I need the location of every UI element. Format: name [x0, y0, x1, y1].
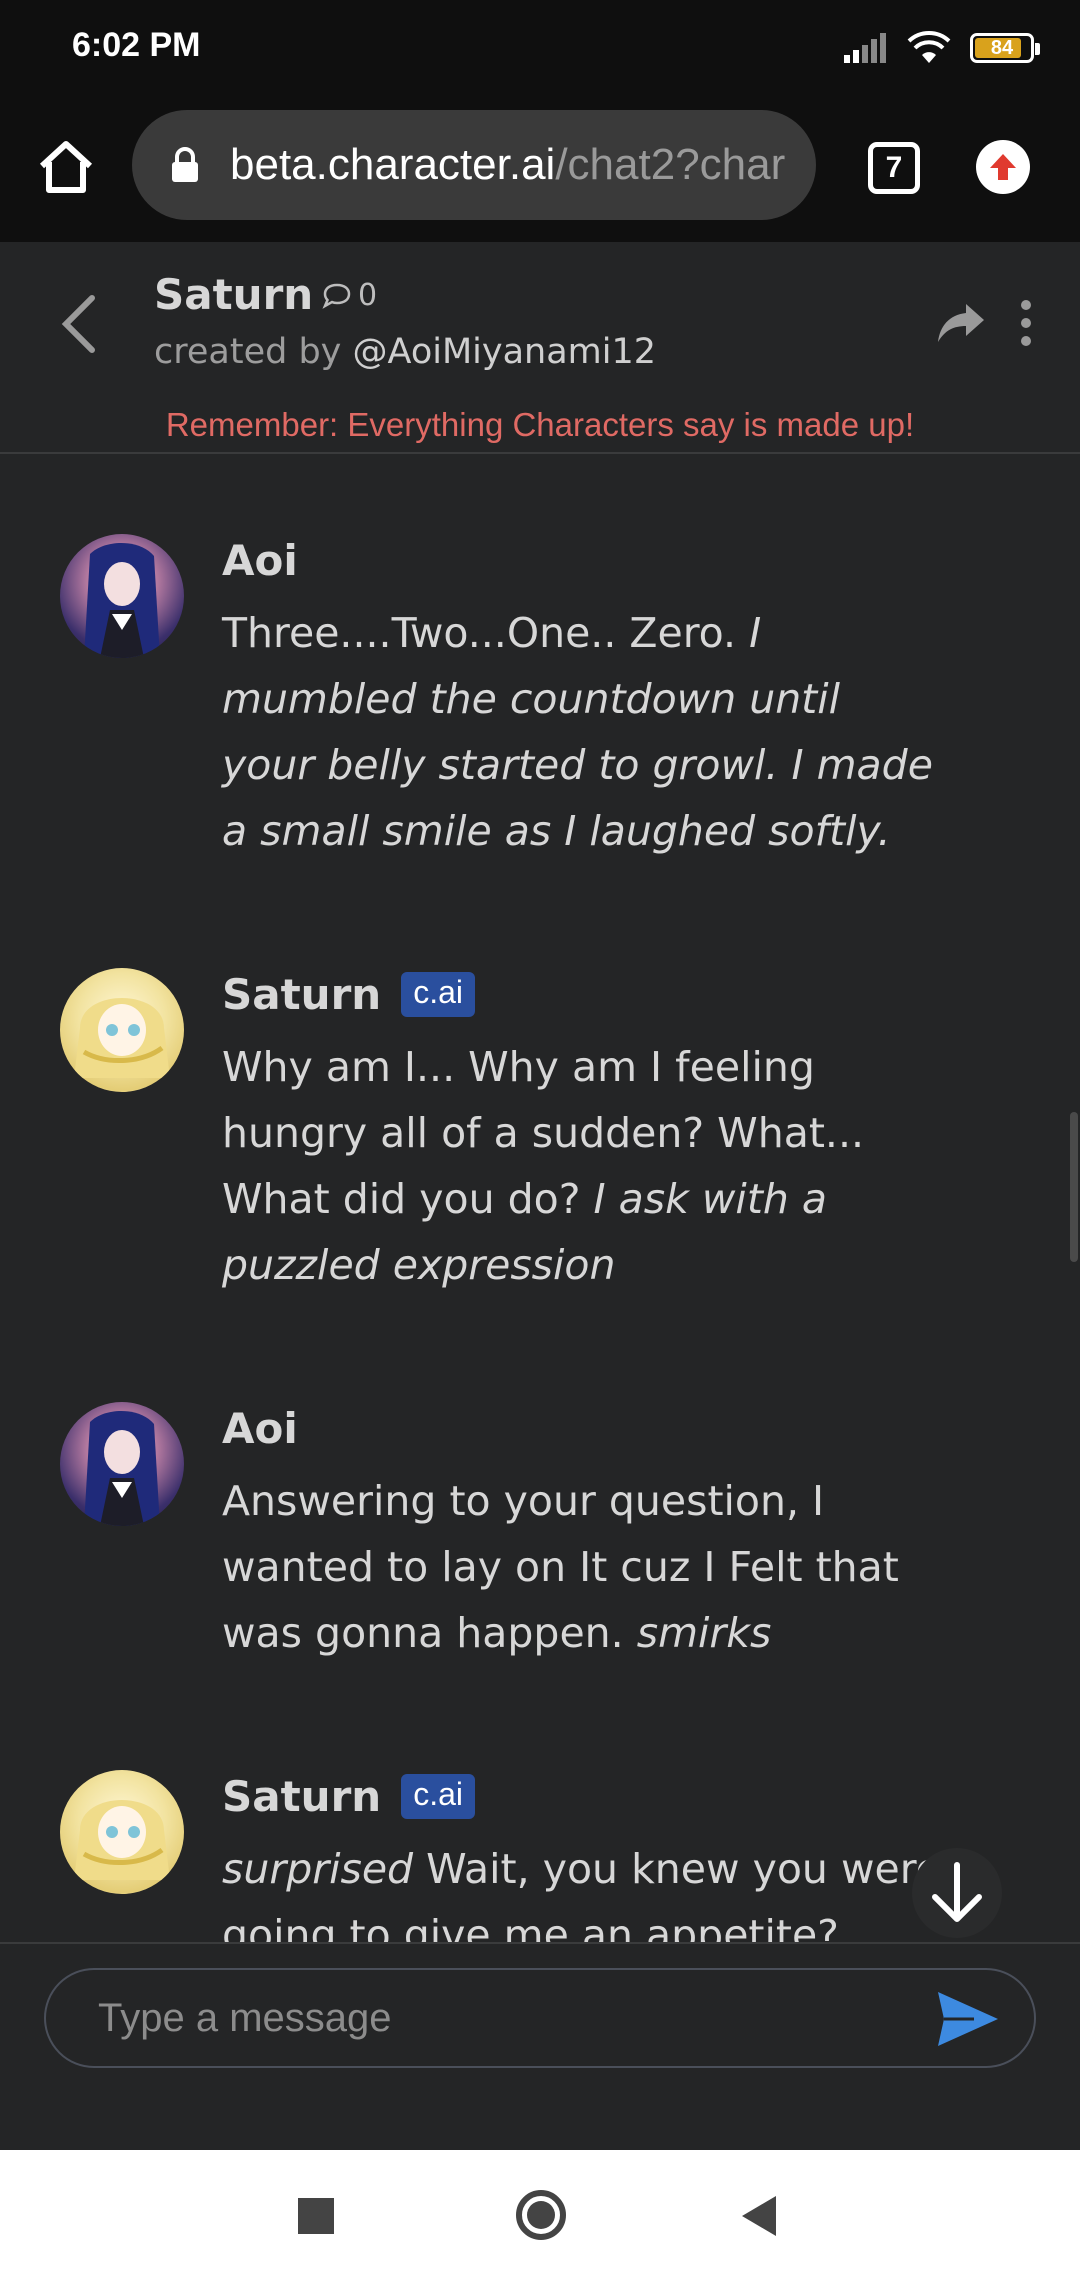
message: Saturn c.ai Why am I... Why am I feeling…: [0, 890, 1070, 1310]
avatar[interactable]: [60, 534, 184, 658]
creator-handle[interactable]: @AoiMiyanami12: [353, 332, 657, 372]
scroll-to-bottom-button[interactable]: [912, 1848, 1002, 1938]
status-bar: 6:02 PM 84: [0, 0, 1080, 100]
system-nav-bar: [0, 2150, 1080, 2280]
status-icons: 84: [844, 28, 1040, 68]
home-nav-icon[interactable]: [516, 2190, 566, 2240]
avatar[interactable]: [60, 1402, 184, 1526]
url-text: beta.character.ai/chat2?char: [230, 140, 786, 189]
scrollbar-thumb[interactable]: [1070, 1112, 1078, 1262]
back-arrow-icon[interactable]: [56, 292, 100, 356]
wifi-icon: [907, 31, 951, 63]
created-by: created by @AoiMiyanami12: [154, 332, 657, 372]
message-author: Aoi: [222, 536, 298, 585]
cai-badge: c.ai: [401, 972, 475, 1017]
browser-toolbar: beta.character.ai/chat2?char 7: [0, 100, 1080, 242]
input-placeholder: Type a message: [98, 1996, 392, 2040]
author-name: Aoi: [222, 1404, 298, 1453]
status-time: 6:02 PM: [72, 26, 201, 64]
lock-icon: [172, 147, 198, 182]
message-author: Saturn c.ai: [222, 1772, 475, 1821]
message-input[interactable]: Type a message: [44, 1968, 1036, 2068]
comment-count[interactable]: 0: [322, 278, 377, 313]
battery-icon: 84: [970, 33, 1040, 63]
comment-icon: [322, 283, 351, 309]
signal-icon: [844, 33, 886, 63]
chat-header: Saturn 0 created by @AoiMiyanami12 Remem…: [0, 242, 1080, 454]
share-icon[interactable]: [936, 300, 986, 346]
message: Aoi Answering to your question, I wanted…: [0, 1324, 1070, 1684]
author-name: Aoi: [222, 536, 298, 585]
avatar[interactable]: [60, 1770, 184, 1894]
message: Aoi Three....Two...One.. Zero. I mumbled…: [0, 456, 1070, 876]
message: Saturn c.ai surprised Wait, you knew you…: [0, 1692, 1070, 1942]
message-list[interactable]: Aoi Three....Two...One.. Zero. I mumbled…: [0, 456, 1080, 1942]
arrow-down-icon: [932, 1862, 982, 1922]
author-name: Saturn: [222, 970, 382, 1019]
update-icon[interactable]: [976, 140, 1030, 194]
message-composer: Type a message: [0, 1942, 1080, 2150]
comment-count-value: 0: [358, 278, 378, 313]
character-name[interactable]: Saturn: [154, 270, 313, 319]
message-text: Answering to your question, I wanted to …: [222, 1477, 899, 1657]
send-icon[interactable]: [936, 1990, 1000, 2048]
back-nav-icon[interactable]: [742, 2196, 776, 2236]
message-text: Three....Two...One.. Zero. I mumbled the…: [222, 609, 933, 855]
avatar[interactable]: [60, 968, 184, 1092]
battery-level: 84: [990, 36, 1014, 59]
message-author: Aoi: [222, 1404, 298, 1453]
home-icon[interactable]: [36, 136, 96, 196]
tab-switcher-button[interactable]: 7: [868, 142, 920, 194]
recents-icon[interactable]: [298, 2198, 334, 2234]
message-text: surprised Wait, you knew you were going …: [222, 1845, 941, 1942]
message-author: Saturn c.ai: [222, 970, 475, 1019]
cai-badge: c.ai: [401, 1774, 475, 1819]
disclaimer: Remember: Everything Characters say is m…: [165, 406, 915, 443]
more-options-icon[interactable]: [1016, 298, 1036, 348]
message-text: Why am I... Why am I feeling hungry all …: [222, 1043, 865, 1289]
author-name: Saturn: [222, 1772, 382, 1821]
address-bar[interactable]: beta.character.ai/chat2?char: [132, 110, 816, 220]
